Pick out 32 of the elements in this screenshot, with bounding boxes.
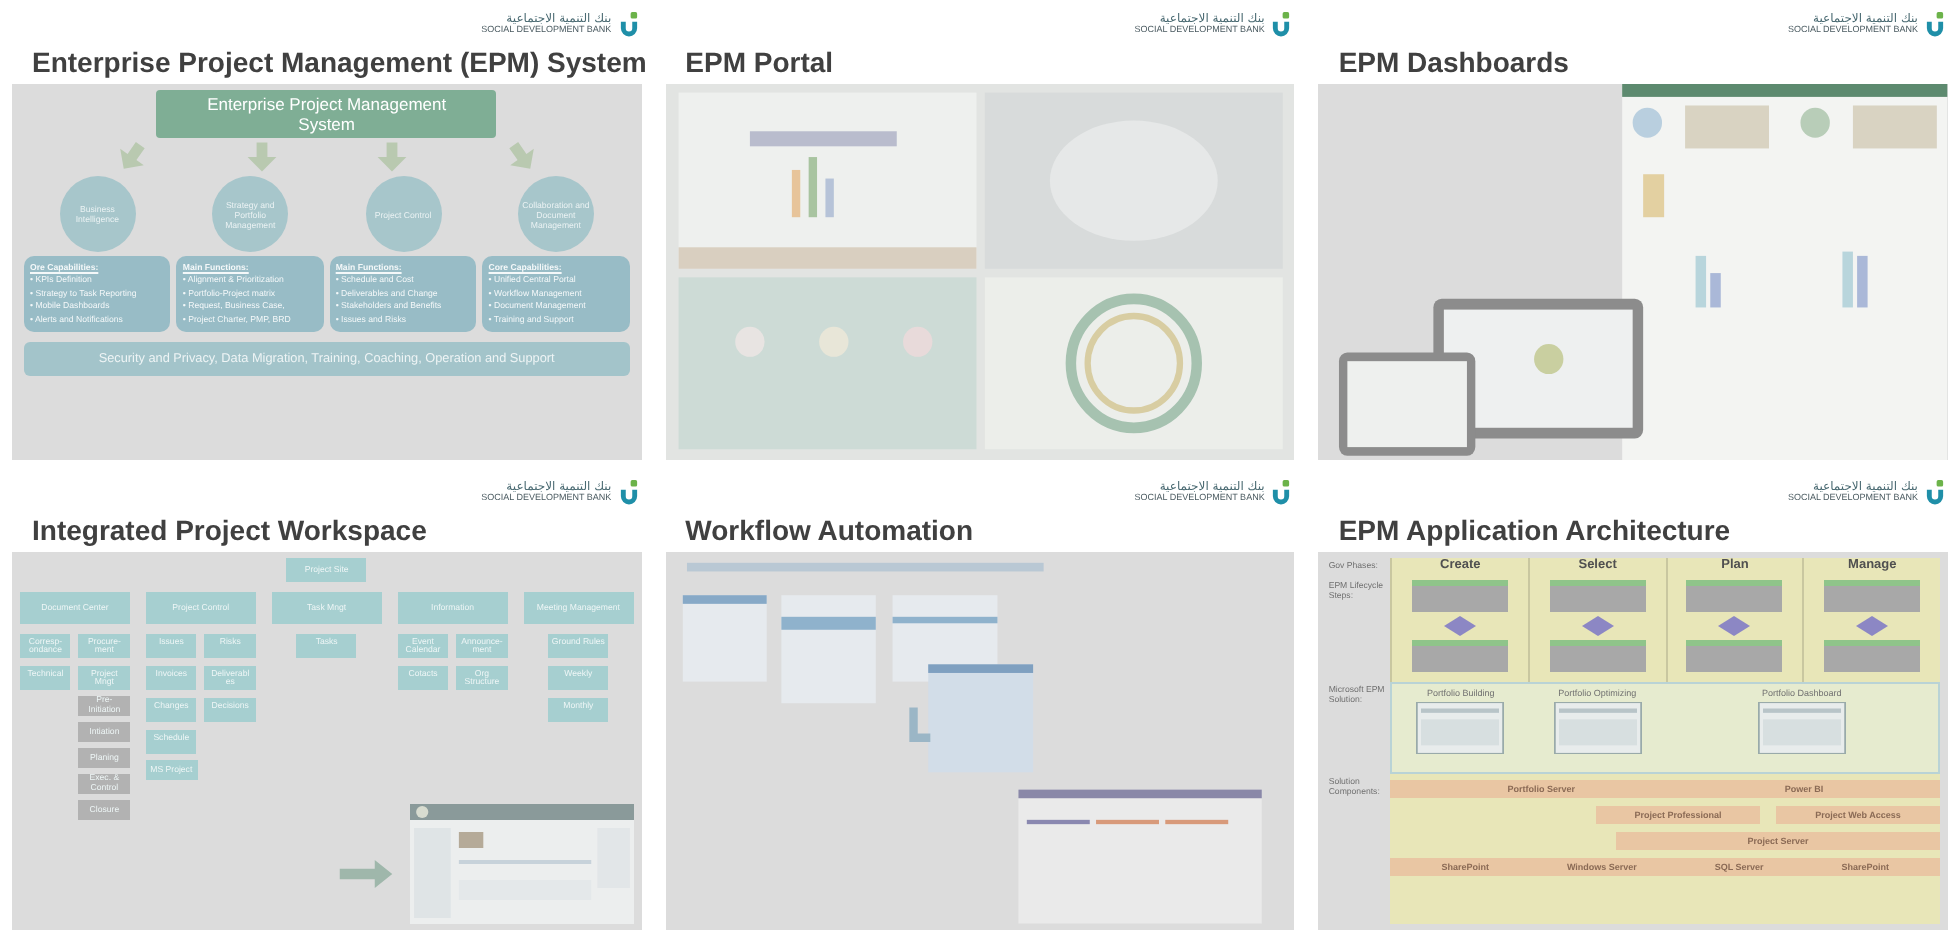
arrow-icon (243, 142, 280, 172)
slide-title: Workflow Automation (683, 512, 976, 550)
process-block (1686, 580, 1783, 612)
slide-title: Integrated Project Workspace (30, 512, 429, 550)
process-block (1686, 640, 1783, 672)
logo-icon (615, 477, 642, 507)
arrow-icon (373, 142, 410, 172)
decision-diamond-icon (1444, 616, 1477, 636)
process-block (1412, 580, 1509, 612)
process-block (1549, 580, 1646, 612)
arrow-icon (503, 142, 540, 172)
screenshot-thumbnail-icon (1757, 702, 1846, 754)
slide-title: EPM Portal (683, 44, 836, 82)
arrow-icon (337, 860, 394, 888)
process-block (1412, 640, 1509, 672)
process-block (1824, 580, 1921, 612)
logo-icon (1268, 9, 1295, 39)
slide-title: EPM Dashboards (1336, 44, 1571, 82)
logo-icon (1268, 477, 1295, 507)
decision-diamond-icon (1856, 616, 1889, 636)
system-box: Enterprise Project Management System (156, 90, 497, 138)
decision-diamond-icon (1718, 616, 1751, 636)
slide-title: EPM Application Architecture (1336, 512, 1733, 550)
process-block (1824, 640, 1921, 672)
process-block (1549, 640, 1646, 672)
screenshot-thumbnail-icon (1416, 702, 1505, 754)
logo-icon (1921, 477, 1948, 507)
decision-diamond-icon (1581, 616, 1614, 636)
slide-title: Enterprise Project Management (EPM) System (30, 44, 642, 82)
logo-icon (1921, 9, 1948, 39)
screenshot-thumbnail-icon (1553, 702, 1642, 754)
logo-icon (615, 9, 642, 39)
